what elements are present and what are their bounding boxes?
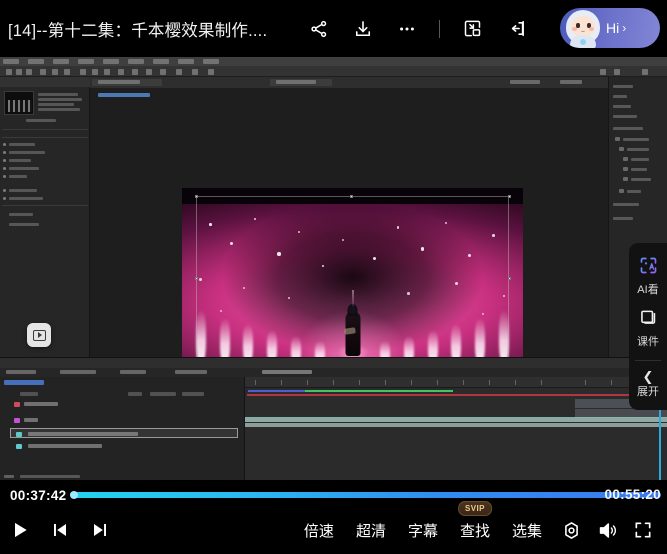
sidebar-item-ai-view[interactable]: AI看 <box>637 255 658 296</box>
previous-episode-button[interactable] <box>40 510 80 550</box>
cast-icon[interactable] <box>504 17 528 41</box>
progress-bar[interactable] <box>70 492 661 498</box>
play-box-icon <box>33 330 46 341</box>
character-silhouette <box>343 294 362 356</box>
search-label: 查找 <box>460 523 490 540</box>
play-button[interactable] <box>0 510 40 550</box>
top-bar: [14]--第十二集：千本樱效果制作.... <box>0 0 667 57</box>
share-icon[interactable] <box>307 17 331 41</box>
video-stage[interactable]: 咱们还是秉持着一个 <box>0 57 667 480</box>
expand-label: 展开 <box>637 386 659 398</box>
download-icon[interactable] <box>351 17 375 41</box>
svip-badge: SVIP <box>458 501 492 516</box>
played-range <box>70 492 661 498</box>
courseware-icon <box>638 307 659 333</box>
page-title: [14]--第十二集：千本樱效果制作.... <box>8 17 267 41</box>
expand-panel-button[interactable]: ❮ 展开 <box>637 370 659 398</box>
picture-in-picture-icon[interactable] <box>460 17 484 41</box>
courseware-label: 课件 <box>637 336 659 348</box>
avatar <box>560 8 604 48</box>
settings-button[interactable] <box>553 510 589 550</box>
video-player-page: [14]--第十二集：千本樱效果制作.... <box>0 0 667 554</box>
playback-speed-button[interactable]: 倍速 <box>293 520 345 541</box>
current-time-label: 00:37:42 <box>10 488 66 503</box>
ai-view-label: AI看 <box>637 284 658 296</box>
episode-list-button[interactable]: 选集 <box>501 520 553 541</box>
volume-button[interactable] <box>589 510 625 550</box>
header-divider <box>439 20 440 38</box>
player-control-bar: 00:37:42 00:55:20 <box>0 480 667 554</box>
playback-speed-label: 倍速 <box>304 523 334 540</box>
subtitle-label: 字幕 <box>408 523 438 540</box>
next-episode-button[interactable] <box>80 510 120 550</box>
composition-preview <box>182 188 523 379</box>
progress-row: 00:37:42 00:55:20 <box>0 485 667 505</box>
total-time-label: 00:55:20 <box>605 487 661 502</box>
floating-media-button[interactable] <box>27 323 51 347</box>
greeting-label: Hi <box>606 20 619 36</box>
subtitle-button[interactable]: 字幕 <box>397 520 449 541</box>
user-greeting-button[interactable]: Hi › <box>560 8 660 48</box>
search-in-video-button[interactable]: SVIP 查找 <box>449 520 501 541</box>
quality-button[interactable]: 超清 <box>345 520 397 541</box>
quality-label: 超清 <box>356 523 386 540</box>
panel-divider <box>635 360 661 361</box>
more-options-icon[interactable] <box>395 17 419 41</box>
button-row: 倍速 超清 字幕 SVIP 查找 选集 <box>0 506 667 554</box>
ai-image-icon <box>638 255 659 281</box>
screen-recording-content <box>0 57 667 480</box>
chevron-right-icon: › <box>622 21 626 35</box>
sidebar-item-courseware[interactable]: 课件 <box>637 307 659 348</box>
chevron-left-icon: ❮ <box>643 370 654 383</box>
fullscreen-button[interactable] <box>625 510 661 550</box>
header-action-icons <box>307 17 528 41</box>
ai-side-panel: AI看 课件 ❮ 展开 <box>629 243 667 410</box>
episode-list-label: 选集 <box>512 523 542 540</box>
